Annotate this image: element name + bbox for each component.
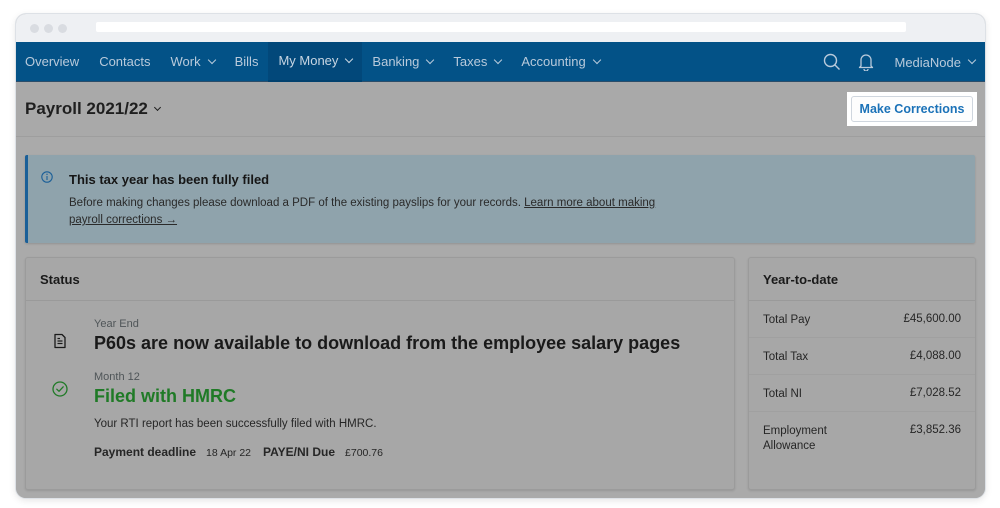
nav-item-label: Taxes <box>453 54 488 69</box>
window-minimize-button[interactable] <box>44 24 53 33</box>
chevron-down-icon <box>345 54 354 63</box>
page-header: Payroll 2021/22 Make Corrections <box>16 82 985 137</box>
ytd-row-value: £7,028.52 <box>909 387 961 399</box>
ytd-row-label: Employment Allowance <box>763 425 827 452</box>
ytd-row-employment-allowance: Employment Allowance £3,852.36 <box>749 412 975 472</box>
ytd-row-label: Total Pay <box>763 314 811 326</box>
nav-item-overview[interactable]: Overview <box>16 42 89 82</box>
nav-item-label: Bills <box>234 54 259 69</box>
browser-window: Overview Contacts Work Bills My Money Ba… <box>16 14 985 498</box>
nav-item-banking[interactable]: Banking <box>362 42 443 82</box>
nav-item-contacts[interactable]: Contacts <box>89 42 160 82</box>
page-title: Payroll 2021/22 <box>25 99 148 118</box>
nav-item-taxes[interactable]: Taxes <box>443 42 511 82</box>
notifications-button[interactable] <box>849 42 883 82</box>
info-icon <box>41 171 53 183</box>
check-circle-icon <box>52 381 68 397</box>
paye-ni-due-value: £700.76 <box>345 447 383 459</box>
status-item-title: P60s are now available to download from … <box>94 333 681 353</box>
window-close-button[interactable] <box>30 24 39 33</box>
ytd-row-label: Total NI <box>763 388 802 400</box>
payment-deadline-value: 18 Apr 22 <box>206 447 251 459</box>
nav-item-label: Work <box>170 54 201 69</box>
nav-item-bills[interactable]: Bills <box>225 42 269 82</box>
banner-text: Before making changes please download a … <box>69 195 689 229</box>
document-icon <box>54 333 66 349</box>
ytd-row-value: £3,852.36 <box>909 424 961 436</box>
nav-item-label: Banking <box>372 54 420 69</box>
status-item-description: Your RTI report has been successfully fi… <box>94 418 377 430</box>
chevron-down-icon <box>426 55 435 64</box>
bell-icon <box>858 54 873 71</box>
search-icon <box>823 53 840 70</box>
nav-item-my-money[interactable]: My Money <box>268 41 363 82</box>
year-to-date-card: Year-to-date Total Pay £45,600.00 Total … <box>748 257 976 490</box>
ytd-row-value: £4,088.00 <box>909 350 961 362</box>
paye-ni-due-label: PAYE/NI Due <box>263 445 336 459</box>
ytd-row-total-tax: Total Tax £4,088.00 <box>749 338 975 375</box>
highlight-spotlight: Make Corrections <box>847 92 977 126</box>
info-banner: This tax year has been fully filed Befor… <box>25 155 975 243</box>
nav-item-work[interactable]: Work <box>161 42 225 82</box>
chevron-down-icon <box>967 55 977 65</box>
status-item-meta: Payment deadline 18 Apr 22 PAYE/NI Due £… <box>94 445 395 459</box>
main-nav: Overview Contacts Work Bills My Money Ba… <box>16 41 986 82</box>
browser-titlebar <box>16 14 985 42</box>
chevron-down-icon <box>494 55 503 64</box>
nav-right-group: MediaNode <box>815 42 986 82</box>
search-button[interactable] <box>815 42 849 82</box>
status-item-title: Filed with HMRC <box>94 386 236 406</box>
address-bar[interactable] <box>96 22 906 32</box>
ytd-row-label: Total Tax <box>763 351 809 363</box>
chevron-down-icon <box>207 55 216 64</box>
status-item-label: Year End <box>94 318 139 330</box>
window-maximize-button[interactable] <box>58 24 67 33</box>
status-card-title: Status <box>26 258 734 301</box>
ytd-row-total-ni: Total NI £7,028.52 <box>749 375 975 412</box>
nav-item-label: Contacts <box>99 54 151 69</box>
status-card: Status Year End P60s are now available t… <box>25 257 735 490</box>
chevron-down-icon <box>592 55 601 64</box>
nav-item-accounting[interactable]: Accounting <box>511 42 609 82</box>
tax-year-selector[interactable]: Payroll 2021/22 <box>25 99 161 119</box>
nav-item-label: Overview <box>25 54 80 69</box>
account-menu[interactable]: MediaNode <box>883 55 986 70</box>
ytd-row-value: £45,600.00 <box>903 313 961 325</box>
banner-title: This tax year has been fully filed <box>69 172 270 187</box>
payment-deadline-label: Payment deadline <box>94 445 197 459</box>
page-content: This tax year has been fully filed Befor… <box>16 138 985 498</box>
banner-body: Before making changes please download a … <box>69 197 525 209</box>
nav-item-label: My Money <box>278 53 339 68</box>
ytd-row-total-pay: Total Pay £45,600.00 <box>749 301 975 338</box>
ytd-card-title: Year-to-date <box>749 258 975 301</box>
nav-item-label: Accounting <box>521 54 586 69</box>
account-name: MediaNode <box>894 54 962 70</box>
make-corrections-button[interactable]: Make Corrections <box>851 96 973 122</box>
status-item-label: Month 12 <box>94 371 140 383</box>
chevron-down-icon <box>153 103 161 112</box>
